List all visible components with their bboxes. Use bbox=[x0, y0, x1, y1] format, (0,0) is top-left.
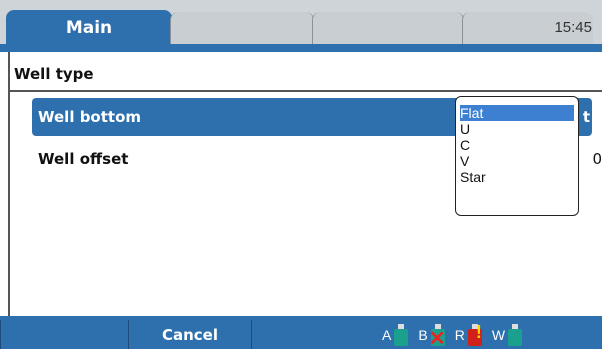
well-offset-label: Well offset bbox=[38, 150, 129, 168]
reservoir-r: R ! bbox=[455, 321, 482, 346]
softkey-1[interactable] bbox=[0, 320, 129, 349]
well-offset-value: 0 bbox=[592, 150, 602, 168]
tab-main[interactable]: Main bbox=[6, 10, 172, 46]
section-divider bbox=[10, 90, 602, 92]
option-star[interactable]: Star bbox=[456, 169, 578, 185]
bottom-bar: Cancel A B ✕ R ! W bbox=[0, 316, 602, 349]
option-c[interactable]: C bbox=[456, 137, 578, 153]
clock: 15:45 bbox=[554, 19, 592, 36]
bottle-warning-icon: ! bbox=[467, 321, 482, 346]
well-bottom-dropdown[interactable]: Flat U C V Star bbox=[455, 96, 579, 216]
bottle-icon bbox=[508, 323, 523, 346]
reservoir-a: A bbox=[382, 323, 409, 346]
section-title: Well type bbox=[14, 65, 94, 83]
bottle-error-icon: ✕ bbox=[428, 323, 446, 349]
tab-bar: Main 15:45 bbox=[0, 0, 602, 46]
tab-underline bbox=[0, 44, 602, 52]
reservoir-status: A B ✕ R ! W bbox=[372, 320, 602, 349]
well-bottom-value: t bbox=[582, 108, 590, 126]
warning-icon: ! bbox=[475, 321, 482, 342]
bottle-icon bbox=[394, 323, 409, 346]
cancel-button[interactable]: Cancel bbox=[128, 320, 252, 349]
error-x-icon: ✕ bbox=[428, 327, 446, 349]
reservoir-w: W bbox=[492, 323, 523, 346]
option-v[interactable]: V bbox=[456, 153, 578, 169]
softkey-3[interactable] bbox=[251, 320, 373, 349]
tab-2[interactable] bbox=[170, 12, 314, 44]
well-bottom-label: Well bottom bbox=[38, 108, 142, 126]
tab-main-label: Main bbox=[65, 18, 113, 38]
option-flat[interactable]: Flat bbox=[460, 105, 574, 121]
tab-3[interactable] bbox=[312, 12, 464, 44]
reservoir-b: B ✕ bbox=[418, 323, 446, 349]
screen: Main 15:45 Well type Well bottom t Well … bbox=[0, 0, 602, 349]
option-u[interactable]: U bbox=[456, 121, 578, 137]
